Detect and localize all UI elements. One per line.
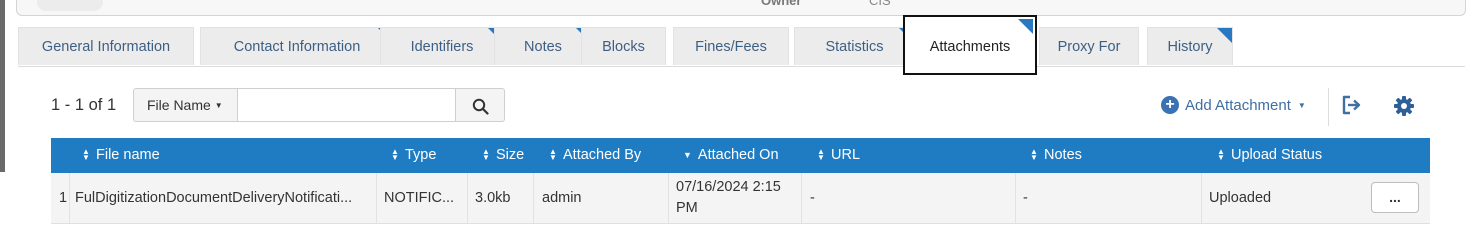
sort-icon: ▲ ▼ (482, 147, 490, 163)
sort-icon: ▲ ▼ (82, 147, 90, 163)
edited-flag-icon (1217, 28, 1232, 43)
table-row: 1 FulDigitizationDocumentDeliveryNotific… (51, 173, 1430, 224)
sort-icon: ▲ ▼ (1030, 147, 1038, 163)
tab-bar: General Information Contact Information … (18, 15, 1465, 75)
left-edge-bar (0, 0, 5, 172)
tab-notes[interactable]: Notes (494, 27, 592, 65)
cell-type: NOTIFIC... (384, 190, 455, 206)
sort-icon: ▲ ▼ (549, 147, 557, 163)
search-bar: File Name ▼ (133, 88, 505, 122)
column-header-url[interactable]: ▲ ▼ URL (816, 138, 860, 173)
column-divider (668, 173, 669, 223)
row-actions-button[interactable]: ... (1371, 182, 1419, 213)
tab-statistics[interactable]: Statistics (794, 27, 915, 65)
sort-icon: ▲ ▼ (391, 147, 399, 163)
cell-upload-status: Uploaded (1209, 190, 1272, 206)
tab-proxy-for[interactable]: Proxy For (1039, 27, 1139, 65)
cell-attached-by: admin (542, 190, 582, 206)
avatar-placeholder (37, 0, 103, 11)
cell-attached-on: 07/16/2024 2:15 PM (676, 179, 781, 216)
search-button[interactable] (455, 88, 505, 122)
cell-notes: - (1023, 190, 1028, 206)
add-attachment-button[interactable]: + Add Attachment ▼ (1161, 95, 1306, 117)
search-icon (472, 98, 489, 115)
column-header-attached-by[interactable]: ▲ ▼ Attached By (548, 138, 641, 173)
toolbar-divider (1328, 88, 1329, 126)
tab-attachments[interactable]: Attachments (903, 15, 1037, 75)
column-divider (1015, 173, 1016, 223)
column-divider (533, 173, 534, 223)
owner-value: CIS (869, 0, 891, 8)
search-field-dropdown[interactable]: File Name ▼ (133, 88, 238, 122)
caret-down-icon: ▼ (1297, 101, 1306, 110)
column-header-notes[interactable]: ▲ ▼ Notes (1029, 138, 1082, 173)
export-icon[interactable] (1340, 94, 1362, 121)
summary-card: Owner CIS (16, 0, 1466, 16)
gear-icon[interactable] (1393, 95, 1415, 122)
sort-icon: ▲ ▼ (817, 147, 825, 163)
column-divider (376, 173, 377, 223)
cell-url: - (810, 190, 815, 206)
tab-contact-information[interactable]: Contact Information (200, 27, 394, 65)
owner-label: Owner (761, 0, 802, 8)
column-header-upload-status[interactable]: ▲ ▼ Upload Status (1216, 138, 1322, 173)
column-divider (467, 173, 468, 223)
tab-history[interactable]: History (1147, 27, 1233, 65)
column-divider (69, 173, 70, 223)
caret-down-icon: ▼ (214, 101, 223, 111)
column-header-type[interactable]: ▲ ▼ Type (390, 138, 436, 173)
cell-file-name[interactable]: FulDigitizationDocumentDeliveryNotificat… (75, 173, 371, 223)
tab-fines-fees[interactable]: Fines/Fees (673, 27, 789, 65)
column-header-attached-on[interactable]: ▼ Attached On (683, 138, 779, 173)
sort-desc-icon: ▼ (683, 150, 692, 160)
column-divider (1201, 173, 1202, 223)
tab-general-information[interactable]: General Information (18, 27, 194, 65)
plus-circle-icon: + (1161, 96, 1179, 114)
result-count: 1 - 1 of 1 (51, 96, 117, 114)
edited-flag-icon (1018, 19, 1033, 34)
cell-size: 3.0kb (475, 190, 511, 206)
tab-blocks[interactable]: Blocks (581, 27, 666, 65)
column-divider (801, 173, 802, 223)
row-index: 1 (59, 190, 68, 206)
column-header-file-name[interactable]: ▲ ▼ File name (81, 138, 160, 173)
search-input[interactable] (237, 88, 456, 122)
sort-icon: ▲ ▼ (1217, 147, 1225, 163)
column-header-size[interactable]: ▲ ▼ Size (481, 138, 524, 173)
table-header: ▲ ▼ File name ▲ ▼ Type ▲ ▼ Size ▲ ▼ Attached By … (51, 138, 1430, 173)
tab-identifiers[interactable]: Identifiers (380, 27, 504, 65)
